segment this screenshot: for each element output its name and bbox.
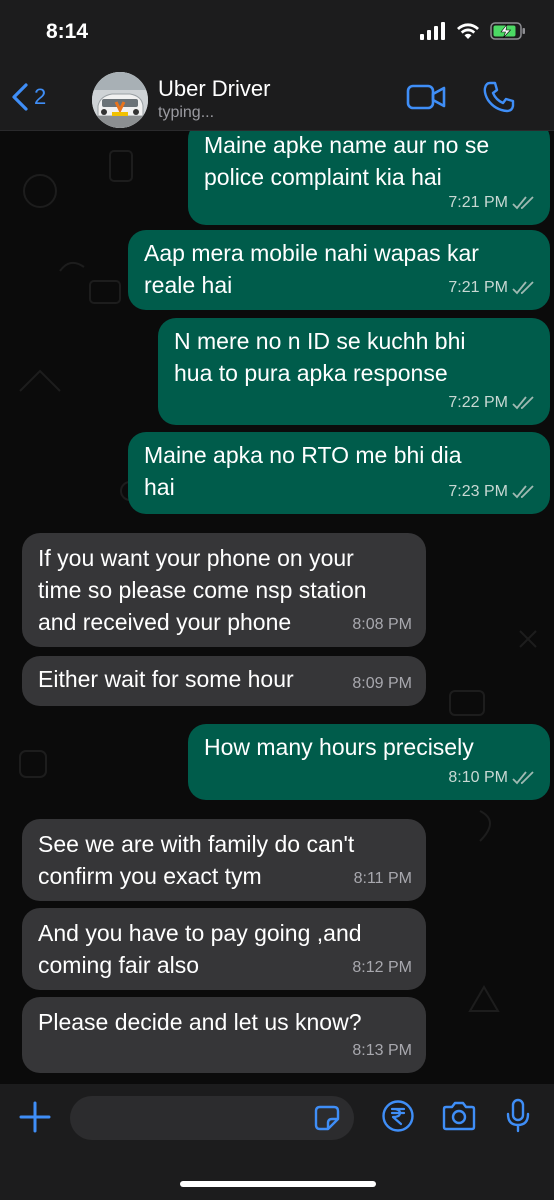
chat-header: 2 Uber Driver typing... xyxy=(0,70,554,131)
avatar[interactable] xyxy=(92,72,148,128)
video-camera-icon xyxy=(406,84,446,110)
battery-charging-icon xyxy=(490,22,525,40)
chevron-left-icon xyxy=(12,83,28,111)
status-icons xyxy=(420,22,526,40)
message-time: 7:21 PM xyxy=(448,194,508,211)
payment-button[interactable] xyxy=(381,1099,415,1138)
message-text: Please decide and let us know? xyxy=(38,1009,362,1035)
unread-count: 2 xyxy=(34,84,47,109)
microphone-button[interactable] xyxy=(505,1098,531,1139)
message-time: 7:23 PM xyxy=(448,483,508,500)
avatar-image xyxy=(92,72,148,128)
message-list[interactable]: Maine apke name aur no se police complai… xyxy=(0,131,554,1084)
message-bubble-outgoing[interactable]: Maine apke name aur no se police complai… xyxy=(188,131,550,225)
message-bubble-incoming[interactable]: And you have to pay going ,and coming fa… xyxy=(22,908,426,990)
camera-button[interactable] xyxy=(441,1101,477,1136)
double-check-icon xyxy=(512,485,534,499)
double-check-icon xyxy=(512,196,534,210)
phone-icon xyxy=(483,81,515,113)
message-time: 8:08 PM xyxy=(352,616,412,633)
message-bubble-outgoing[interactable]: Aap mera mobile nahi wapas kar reale hai… xyxy=(128,230,550,310)
message-time: 8:11 PM xyxy=(353,870,412,887)
message-bubble-incoming[interactable]: See we are with family do can't confirm … xyxy=(22,819,426,901)
attach-button[interactable] xyxy=(18,1100,52,1139)
message-text: Maine apke name aur no se police complai… xyxy=(204,132,490,190)
wifi-icon xyxy=(457,23,479,39)
message-time: 7:22 PM xyxy=(448,394,508,411)
camera-icon xyxy=(442,1101,476,1131)
sticker-icon xyxy=(314,1105,340,1131)
message-bubble-incoming[interactable]: Either wait for some hour 8:09 PM xyxy=(22,656,426,706)
rupee-icon xyxy=(382,1100,414,1132)
video-call-button[interactable] xyxy=(406,82,446,117)
contact-name[interactable]: Uber Driver xyxy=(158,76,270,102)
message-bubble-incoming[interactable]: If you want your phone on your time so p… xyxy=(22,533,426,647)
home-indicator[interactable] xyxy=(180,1181,376,1187)
status-bar: 8:14 xyxy=(0,0,554,70)
message-time: 7:21 PM xyxy=(448,279,508,296)
message-time: 8:13 PM xyxy=(352,1042,412,1059)
double-check-icon xyxy=(512,281,534,295)
message-time: 8:12 PM xyxy=(352,959,412,976)
contact-status: typing... xyxy=(158,104,215,121)
message-time: 8:09 PM xyxy=(352,675,412,692)
message-bubble-incoming[interactable]: Please decide and let us know? 8:13 PM xyxy=(22,997,426,1073)
message-text: N mere no n ID se kuchh bhi hua to pura … xyxy=(174,328,466,386)
message-input[interactable] xyxy=(70,1096,354,1140)
double-check-icon xyxy=(512,771,534,785)
signal-icon xyxy=(420,22,445,40)
message-bubble-outgoing[interactable]: Maine apka no RTO me bhi dia hai 7:23 PM xyxy=(128,432,550,514)
message-bubble-outgoing[interactable]: How many hours precisely 8:10 PM xyxy=(188,724,550,800)
double-check-icon xyxy=(512,396,534,410)
plus-icon xyxy=(19,1101,51,1133)
message-bubble-outgoing[interactable]: N mere no n ID se kuchh bhi hua to pura … xyxy=(158,318,550,425)
back-button[interactable]: 2 xyxy=(10,82,46,112)
message-time: 8:10 PM xyxy=(448,769,508,786)
microphone-icon xyxy=(506,1098,530,1133)
sticker-button[interactable] xyxy=(314,1105,340,1136)
voice-call-button[interactable] xyxy=(482,80,516,119)
message-text: How many hours precisely xyxy=(204,734,474,760)
status-time: 8:14 xyxy=(46,20,89,43)
